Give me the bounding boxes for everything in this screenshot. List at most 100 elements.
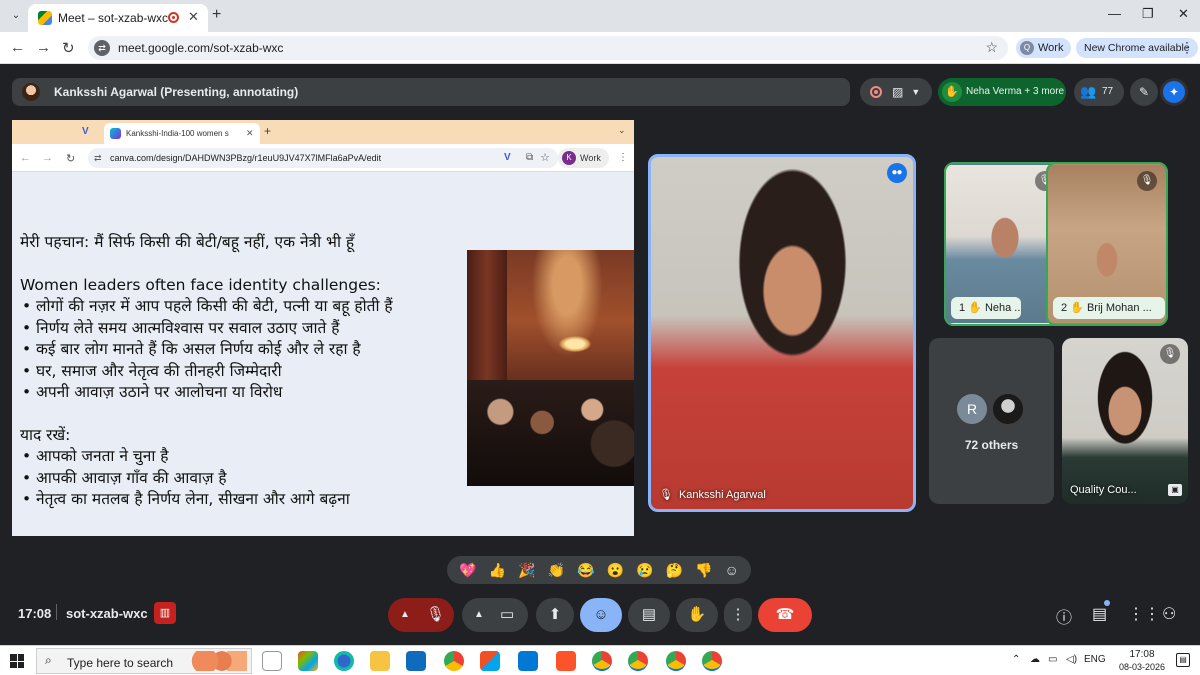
shared-new-tab-icon: +: [264, 124, 272, 138]
chrome-profile-icon[interactable]: [702, 651, 722, 671]
camera-off-icon[interactable]: ▨: [892, 85, 903, 99]
party-reaction-icon[interactable]: 🎉: [518, 562, 535, 579]
others-tile[interactable]: R 72 others: [929, 338, 1054, 504]
search-placeholder: Type here to search: [67, 656, 174, 670]
taskbar-search[interactable]: ⌕ Type here to search: [36, 648, 252, 674]
address-url[interactable]: meet.google.com/sot-xzab-wxc: [118, 41, 283, 55]
more-options-button[interactable]: ⋮: [724, 598, 752, 632]
task-view-icon[interactable]: [262, 651, 282, 671]
tray-chevron-icon[interactable]: ⌃: [1012, 654, 1020, 665]
chrome-profile-icon[interactable]: [628, 651, 648, 671]
emoji-button[interactable]: ☺: [580, 598, 622, 632]
gemini-button[interactable]: ✦: [1160, 78, 1188, 106]
thumbs-down-reaction-icon[interactable]: 👎: [695, 562, 712, 579]
chrome-profile-icon[interactable]: [666, 651, 686, 671]
shared-tab-close-icon: ✕: [246, 128, 254, 138]
restore-button[interactable]: ❐: [1142, 6, 1154, 22]
reload-icon[interactable]: ↻: [62, 39, 75, 57]
chevron-up-icon[interactable]: ▲: [400, 598, 410, 632]
present-screen-icon: ⬆: [548, 606, 562, 623]
pip-icon[interactable]: ▣: [1168, 484, 1182, 496]
sad-reaction-icon[interactable]: 😢: [636, 562, 653, 579]
minimize-button[interactable]: —: [1108, 6, 1121, 21]
volume-icon[interactable]: ◁): [1066, 654, 1077, 665]
close-window-button[interactable]: ✕: [1178, 6, 1189, 22]
raise-hand-button[interactable]: ✋: [676, 598, 718, 632]
pencil-icon[interactable]: ✎: [1130, 78, 1158, 106]
speaking-indicator-icon: ⦁⦁: [887, 163, 907, 183]
host-controls-lock-icon[interactable]: ⚇: [1162, 604, 1176, 624]
forward-arrow-icon[interactable]: →: [36, 39, 51, 56]
shared-tab-strip: V Kanksshi-India-100 women s ✕ + ⌄: [12, 120, 634, 144]
chat-icon[interactable]: ▤: [1092, 604, 1107, 624]
presenter-bar: Kanksshi Agarwal (Presenting, annotating…: [12, 78, 850, 106]
recording-controls-pill: ▨ ▼: [860, 78, 932, 106]
clap-reaction-icon[interactable]: 👏: [548, 562, 565, 579]
profile-avatar: Q: [1020, 41, 1034, 55]
slide-heading: Women leaders often face identity challe…: [20, 275, 381, 294]
mic-off-icon: 🎙: [1160, 344, 1180, 364]
outlook-icon[interactable]: [406, 651, 426, 671]
video-tile-brij[interactable]: 🎙 2 ✋ Brij Mohan ...: [1046, 162, 1168, 326]
laugh-reaction-icon[interactable]: 😂: [577, 562, 594, 579]
back-arrow-icon[interactable]: ←: [10, 39, 25, 56]
notification-icon[interactable]: ▤: [1176, 653, 1190, 667]
clock-date[interactable]: 08-03-2026: [1114, 662, 1170, 672]
reactions-bar: 💖 👍 🎉 👏 😂 😮 😢 🤔 👎 ☺: [447, 556, 751, 584]
browser-tab-meet[interactable]: Meet – sot-xzab-wxc ✕: [28, 4, 208, 32]
leave-call-button[interactable]: ☎: [758, 598, 812, 632]
bookmark-star-icon[interactable]: ☆: [985, 39, 998, 56]
edge-icon[interactable]: [334, 651, 354, 671]
cloud-icon[interactable]: ☁: [1030, 654, 1040, 665]
raised-hands-pill[interactable]: ✋ Neha Verma + 3 more: [938, 78, 1066, 106]
thumbs-up-reaction-icon[interactable]: 👍: [489, 562, 506, 579]
meeting-time: 17:08: [18, 606, 52, 621]
windows-taskbar: ⌕ Type here to search ⌃ ☁ ▭ ◁) ENG 17:08…: [0, 645, 1200, 675]
camera-button[interactable]: ▲ ▭: [462, 598, 528, 632]
info-icon[interactable]: ⓘ: [1056, 604, 1072, 628]
search-icon: ⌕: [45, 653, 52, 667]
hand-order: 1: [959, 302, 966, 314]
video-tile-quality[interactable]: 🎙 Quality Cou... ▣: [1062, 338, 1188, 504]
brave-icon[interactable]: [556, 651, 576, 671]
tab-search-chevron-icon[interactable]: ⌄: [6, 6, 26, 26]
outlook-new-icon[interactable]: [518, 651, 538, 671]
hand-order: 2: [1061, 302, 1068, 314]
chrome-profile-icon[interactable]: [592, 651, 612, 671]
participant-name: Brij Mohan ...: [1086, 302, 1152, 314]
people-icon: 👥: [1080, 84, 1097, 99]
slide-bullet: नेतृत्व का मतलब है निर्णय लेना, सीखना और…: [20, 489, 393, 511]
mic-button[interactable]: ▲ 🎙: [388, 598, 454, 632]
surprised-reaction-icon[interactable]: 😮: [607, 562, 624, 579]
present-button[interactable]: ⬆: [536, 598, 574, 632]
people-button[interactable]: 👥 77: [1074, 78, 1124, 106]
recording-icon[interactable]: [870, 86, 882, 98]
video-tile-main[interactable]: ⦁⦁ 🎙 Kanksshi Agarwal: [648, 154, 916, 512]
site-info-icon[interactable]: ⇄: [94, 40, 110, 56]
activities-icon[interactable]: ⋮⋮: [1128, 604, 1160, 624]
heart-reaction-icon[interactable]: 💖: [459, 562, 476, 579]
file-explorer-icon[interactable]: [370, 651, 390, 671]
chevron-up-icon[interactable]: ▲: [474, 598, 484, 632]
browser-menu-icon[interactable]: ⋮: [1180, 39, 1194, 56]
windows-start-icon[interactable]: [10, 654, 24, 668]
tab-close-icon[interactable]: ✕: [188, 9, 199, 25]
address-bar[interactable]: ⇄ meet.google.com/sot-xzab-wxc ☆: [88, 36, 1008, 60]
raised-hand-icon: ✋: [968, 302, 982, 314]
new-tab-button[interactable]: +: [212, 6, 221, 24]
store-icon[interactable]: [480, 651, 500, 671]
shared-url: canva.com/design/DAHDWN3PBzg/r1euU9JV47X…: [110, 153, 382, 163]
captions-button[interactable]: ▤: [628, 598, 670, 632]
copilot-icon[interactable]: [298, 651, 318, 671]
add-reaction-icon[interactable]: ☺: [725, 562, 739, 578]
chevron-down-icon[interactable]: ▼: [911, 87, 920, 97]
clock-time[interactable]: 17:08: [1120, 649, 1164, 660]
slide-title: मेरी पहचान: मैं सिर्फ किसी की बेटी/बहू न…: [20, 233, 355, 251]
profile-button[interactable]: Q Work: [1016, 38, 1072, 58]
thinking-reaction-icon[interactable]: 🤔: [666, 562, 683, 579]
battery-icon[interactable]: ▭: [1048, 654, 1057, 665]
language-indicator[interactable]: ENG: [1084, 654, 1106, 665]
chrome-icon[interactable]: [444, 651, 464, 671]
host-controls-icon[interactable]: ▥: [154, 602, 176, 624]
presenting-icon: 🎙: [659, 489, 673, 501]
